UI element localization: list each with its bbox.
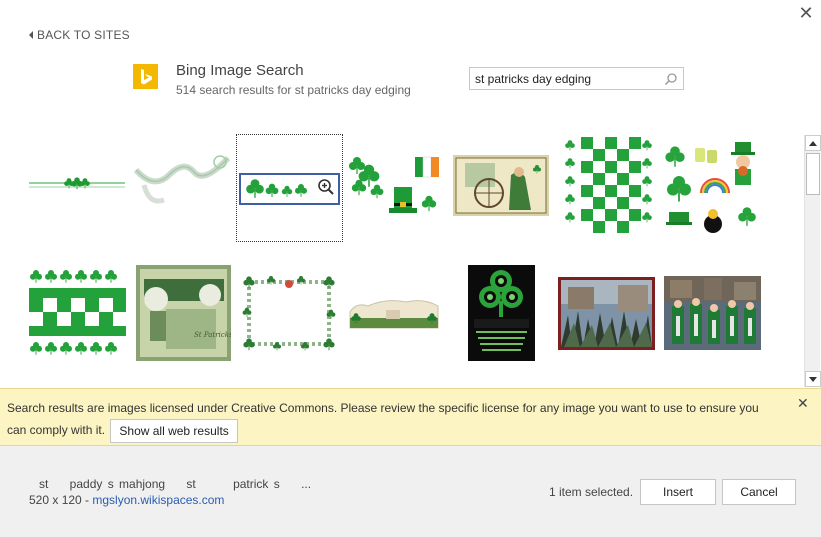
result-thumb-12[interactable] [468, 265, 535, 361]
result-thumb-1[interactable] [29, 173, 125, 193]
result-thumb-2[interactable] [134, 150, 230, 212]
result-thumb-8[interactable] [29, 268, 126, 360]
image-results-grid: St Patricks [0, 128, 800, 373]
back-to-sites-link[interactable]: BACK TO SITES [29, 28, 130, 42]
result-count: 514 search results for st patricks day e… [176, 83, 411, 97]
license-notice-bar: Search results are images licensed under… [0, 388, 821, 446]
selected-image-title: st paddy s mahjong st patrick s ... [39, 477, 312, 491]
result-thumb-6[interactable] [563, 137, 653, 235]
result-thumb-10[interactable] [241, 274, 337, 352]
svg-text:St Patricks: St Patricks [194, 331, 231, 339]
result-thumb-9[interactable]: St Patricks [136, 265, 231, 361]
close-notice-icon[interactable]: ✕ [797, 395, 809, 412]
results-scrollbar[interactable] [804, 135, 821, 387]
result-thumb-14[interactable] [664, 276, 761, 350]
bing-logo-icon [133, 64, 158, 89]
insert-button[interactable]: Insert [640, 479, 716, 505]
result-thumb-13[interactable] [558, 277, 655, 350]
result-thumb-4[interactable] [347, 153, 441, 219]
provider-title: Bing Image Search [176, 62, 304, 79]
result-thumb-11[interactable] [346, 294, 442, 330]
back-arrow-icon [29, 31, 33, 39]
search-icon[interactable] [664, 72, 678, 86]
arrow-down-icon [809, 376, 817, 382]
dialog-footer: st paddy s mahjong st patrick s ... 520 … [0, 446, 821, 537]
result-thumb-7[interactable] [665, 138, 761, 234]
license-notice-text: Search results are images licensed under… [7, 398, 777, 443]
scroll-up-button[interactable] [805, 135, 821, 151]
result-thumb-3[interactable] [236, 134, 343, 242]
source-link[interactable]: mgslyon.wikispaces.com [92, 493, 224, 507]
cancel-button[interactable]: Cancel [722, 479, 796, 505]
show-all-web-results-button[interactable]: Show all web results [110, 419, 238, 443]
result-thumb-5[interactable] [453, 155, 549, 216]
selection-count: 1 item selected. [549, 485, 634, 499]
scrollbar-thumb[interactable] [806, 153, 820, 195]
selected-image-meta: 520 x 120 - mgslyon.wikispaces.com [29, 493, 224, 507]
zoom-icon[interactable] [317, 178, 335, 196]
selected-image-dimensions: 520 x 120 - [29, 493, 93, 507]
close-dialog-button[interactable]: ✕ [797, 4, 815, 22]
search-input[interactable]: st patricks day edging [475, 72, 591, 86]
search-box[interactable]: st patricks day edging [469, 67, 684, 90]
arrow-up-icon [809, 140, 817, 146]
back-to-sites-label: BACK TO SITES [37, 28, 130, 42]
scroll-down-button[interactable] [805, 371, 821, 387]
